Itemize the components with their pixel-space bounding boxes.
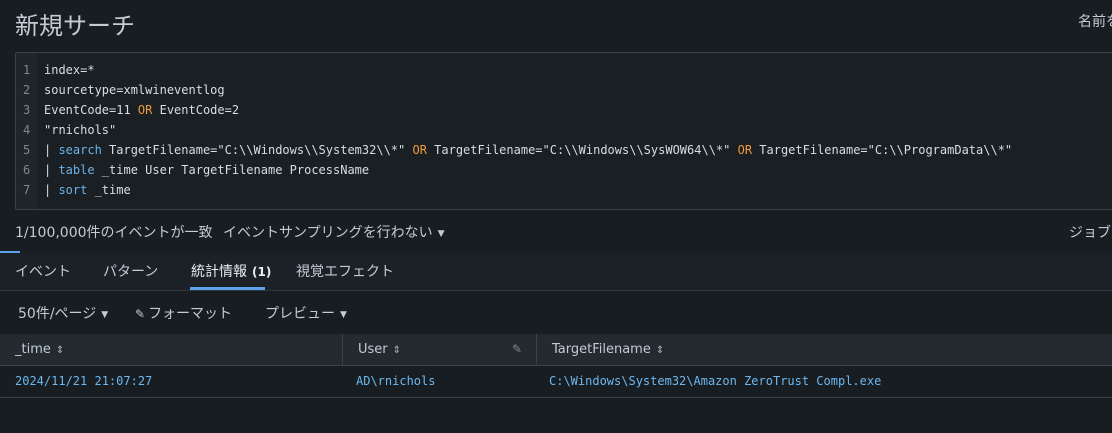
save-as-button[interactable]: 名前を — [1078, 11, 1112, 31]
job-menu[interactable]: ジョブ — [1069, 222, 1111, 242]
column-header-label: TargetFilename — [552, 342, 651, 357]
per-page-dropdown[interactable]: 50件/ページ ▼ — [18, 303, 108, 323]
spl-text: EventCode=11 — [44, 103, 138, 117]
event-sampling-dropdown[interactable]: イベントサンプリングを行わない ▼ — [223, 222, 445, 242]
format-label: フォーマット — [148, 306, 233, 322]
spl-text: _time — [87, 183, 131, 197]
search-line-code: | table _time User TargetFilename Proces… — [44, 160, 369, 180]
spl-text: TargetFilename="C:\\Windows\\System32\\*… — [101, 143, 413, 157]
pencil-icon: ✎ — [135, 307, 146, 321]
spl-text: "rnichols" — [44, 123, 117, 137]
spl-text: TargetFilename="C:\\ProgramData\\*" — [752, 143, 1013, 157]
cell-user[interactable]: AD\rnichols — [356, 366, 435, 397]
spl-text: TargetFilename="C:\\Windows\\SysWOW64\\*… — [426, 143, 738, 157]
spl-text: | — [44, 183, 59, 197]
line-number: 4 — [23, 123, 31, 137]
results-toolbar: 50件/ページ ▼ ✎ フォーマット プレビュー ▼ — [0, 292, 1112, 332]
column-header-time[interactable]: _time ⇕ — [0, 334, 342, 366]
statistics-count-badge: (1) — [252, 265, 272, 279]
per-page-label: 50件/ページ — [18, 306, 97, 322]
search-line-code: | search TargetFilename="C:\\Windows\\Sy… — [44, 140, 1012, 160]
line-number: 5 — [23, 143, 31, 157]
line-number: 7 — [23, 183, 31, 197]
event-count: 1/100,000件のイベントが一致 — [15, 225, 213, 241]
spl-operator: OR — [737, 143, 753, 157]
cell-time[interactable]: 2024/11/21 21:07:27 — [15, 366, 152, 397]
line-number: 3 — [23, 103, 31, 117]
column-header-targetfilename[interactable]: TargetFilename ⇕ — [536, 334, 1112, 366]
preview-label: プレビュー — [265, 306, 335, 322]
column-header-label: _time — [15, 342, 51, 357]
caret-down-icon: ▼ — [340, 310, 347, 320]
search-line-code: sourcetype=xmlwineventlog — [44, 80, 225, 100]
spl-text: sourcetype=xmlwineventlog — [44, 83, 225, 97]
spl-command: sort — [58, 183, 88, 197]
active-tab-indicator — [190, 287, 265, 290]
column-header-label: User — [358, 342, 388, 357]
line-number: 2 — [23, 83, 31, 97]
sort-icon: ⇕ — [655, 345, 665, 356]
spl-command: table — [58, 163, 95, 177]
page-title: 新規サーチ — [15, 12, 135, 40]
tab-statistics-label: 統計情報 — [191, 264, 247, 280]
line-number: 1 — [23, 63, 31, 77]
sort-icon: ⇕ — [392, 345, 402, 356]
tab-events[interactable]: イベント — [15, 261, 71, 281]
spl-text: index=* — [44, 63, 95, 77]
search-line-code: "rnichols" — [44, 120, 116, 140]
search-line-code: EventCode=11 OR EventCode=2 — [44, 100, 239, 120]
table-header: _time ⇕ User ⇕ ✎ TargetFilename ⇕ — [0, 334, 1112, 366]
search-line-code: | sort _time — [44, 180, 131, 200]
pencil-icon[interactable]: ✎ — [512, 334, 522, 365]
format-button[interactable]: ✎ フォーマット — [135, 303, 232, 323]
caret-down-icon: ▼ — [437, 229, 445, 239]
spl-text: _time User TargetFilename ProcessName — [94, 163, 370, 177]
preview-dropdown[interactable]: プレビュー ▼ — [265, 303, 347, 323]
spl-text: | — [44, 163, 59, 177]
cell-targetfilename[interactable]: C:\Windows\System32\Amazon ZeroTrust Com… — [549, 366, 881, 397]
column-header-user[interactable]: User ⇕ ✎ — [342, 334, 536, 366]
search-editor[interactable]: 1 index=* 2 sourcetype=xmlwineventlog 3 Event… — [15, 52, 1112, 210]
spl-command: search — [58, 143, 102, 157]
spl-operator: OR — [137, 103, 153, 117]
tab-patterns[interactable]: パターン — [103, 261, 158, 281]
spl-text: EventCode=2 — [152, 103, 240, 117]
tab-statistics[interactable]: 統計情報 (1) — [191, 261, 271, 281]
spl-text: | — [44, 143, 59, 157]
search-line-code: index=* — [44, 60, 95, 80]
table-row: 2024/11/21 21:07:27 AD\rnichols C:\Windo… — [0, 366, 1112, 398]
event-sampling-label: イベントサンプリングを行わない — [223, 225, 433, 241]
tab-visualization[interactable]: 視覚エフェクト — [296, 261, 394, 281]
sort-icon: ⇕ — [55, 345, 65, 356]
search-status-bar: 1/100,000件のイベントが一致 イベントサンプリングを行わない ▼ ジョブ — [0, 218, 1112, 253]
line-number: 6 — [23, 163, 31, 177]
caret-down-icon: ▼ — [101, 310, 109, 320]
spl-operator: OR — [412, 143, 427, 157]
results-tabs: イベント パターン 統計情報 (1) 視覚エフェクト — [0, 253, 1112, 291]
